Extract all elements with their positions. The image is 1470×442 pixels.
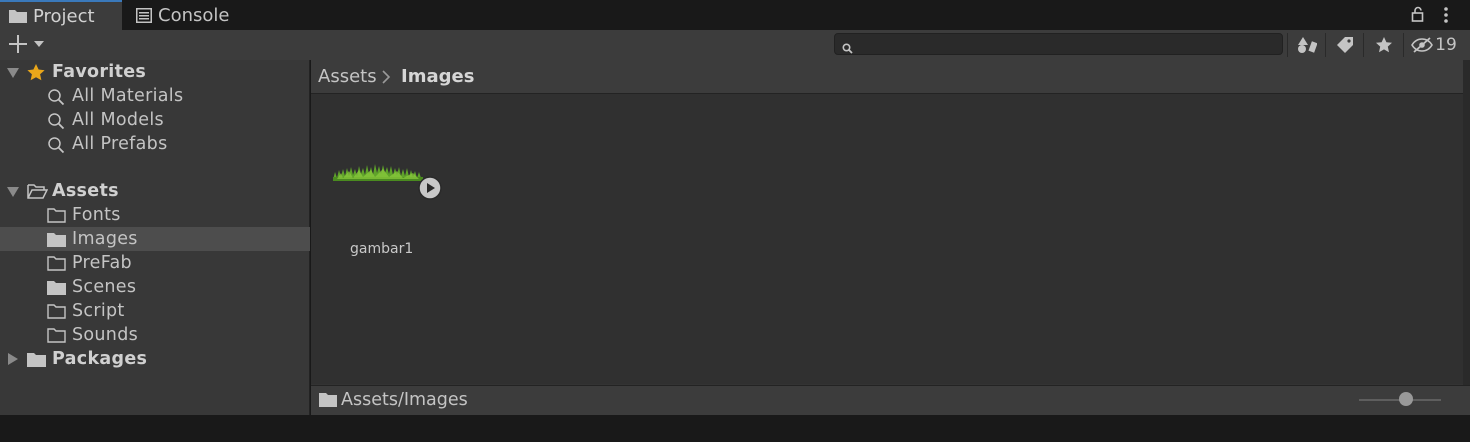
current-path: Assets/Images bbox=[341, 390, 468, 410]
tab-label: Project bbox=[33, 5, 95, 27]
search-by-type-button[interactable] bbox=[1287, 33, 1326, 57]
tree-label: Scenes bbox=[72, 277, 137, 297]
folder-open-icon bbox=[27, 184, 48, 199]
tree-item-fonts[interactable]: Fonts bbox=[0, 203, 310, 227]
tree-item-script[interactable]: Script bbox=[0, 299, 310, 323]
tree-item-prefab[interactable]: PreFab bbox=[0, 251, 310, 275]
tree-label: Images bbox=[72, 229, 138, 249]
folder-icon bbox=[9, 10, 27, 23]
vertical-scrollbar[interactable] bbox=[1463, 60, 1470, 385]
tree-label: Fonts bbox=[72, 205, 121, 225]
folder-empty-icon bbox=[47, 304, 66, 319]
tree-packages[interactable]: Packages bbox=[0, 347, 310, 371]
create-button[interactable] bbox=[8, 34, 45, 54]
project-tree: Favorites All Materials All Models All P… bbox=[0, 60, 310, 415]
folder-empty-icon bbox=[47, 208, 66, 223]
window-bottom-edge bbox=[0, 415, 1470, 442]
grass-sprite-thumbnail bbox=[333, 164, 423, 181]
star-icon bbox=[1376, 37, 1392, 53]
path-bar: Assets/Images bbox=[311, 385, 1470, 415]
more-options-icon[interactable] bbox=[1443, 7, 1449, 27]
tree-item-all-models[interactable]: All Models bbox=[0, 108, 310, 132]
save-search-button[interactable] bbox=[1363, 33, 1404, 57]
folder-empty-icon bbox=[47, 328, 66, 343]
slider-thumb[interactable] bbox=[1399, 392, 1413, 406]
asset-label: gambar1 bbox=[350, 241, 414, 257]
tree-item-sounds[interactable]: Sounds bbox=[0, 323, 310, 347]
search-icon bbox=[48, 89, 65, 106]
search-by-label-button[interactable] bbox=[1325, 33, 1364, 57]
asset-browser: Assets Images gambar1 Assets/Images bbox=[311, 60, 1470, 415]
breadcrumb-item-images[interactable]: Images bbox=[401, 66, 474, 87]
tree-item-all-materials[interactable]: All Materials bbox=[0, 84, 310, 108]
breadcrumb-item-assets[interactable]: Assets bbox=[318, 66, 377, 87]
star-icon bbox=[27, 64, 45, 81]
caret-down-icon[interactable] bbox=[7, 187, 19, 197]
tab-label: Console bbox=[158, 4, 230, 26]
tree-label: Packages bbox=[52, 349, 148, 369]
breadcrumb: Assets Images bbox=[311, 60, 1463, 94]
tree-label: Script bbox=[72, 301, 125, 321]
tree-item-scenes[interactable]: Scenes bbox=[0, 275, 310, 299]
tree-assets[interactable]: Assets bbox=[0, 179, 310, 203]
folder-icon bbox=[47, 233, 66, 247]
tree-favorites[interactable]: Favorites bbox=[0, 60, 310, 84]
window-tab-bar: Project Console bbox=[0, 0, 1470, 30]
tag-icon bbox=[1337, 37, 1353, 53]
folder-icon bbox=[27, 353, 46, 367]
shapes-icon bbox=[1298, 37, 1317, 53]
tab-console[interactable]: Console bbox=[136, 0, 256, 30]
console-icon bbox=[136, 7, 152, 23]
tree-label: Assets bbox=[52, 181, 119, 201]
caret-down-icon[interactable] bbox=[7, 68, 19, 78]
folder-empty-icon bbox=[47, 256, 66, 271]
caret-right-icon[interactable] bbox=[8, 353, 18, 365]
eye-hidden-icon bbox=[1411, 37, 1434, 53]
search-icon bbox=[48, 137, 65, 154]
asset-grid: gambar1 bbox=[311, 94, 1463, 384]
folder-icon bbox=[47, 281, 66, 295]
chevron-down-icon bbox=[34, 41, 44, 47]
tree-item-all-prefabs[interactable]: All Prefabs bbox=[0, 132, 310, 156]
tree-label: All Models bbox=[72, 110, 164, 130]
search-icon bbox=[842, 39, 853, 58]
hidden-count: 19 bbox=[1435, 35, 1457, 55]
folder-icon bbox=[319, 393, 337, 407]
tree-label: PreFab bbox=[72, 253, 132, 273]
search-icon bbox=[48, 113, 65, 130]
tree-item-images[interactable]: Images bbox=[0, 227, 310, 251]
tree-label: Favorites bbox=[52, 62, 147, 82]
play-icon[interactable] bbox=[418, 176, 442, 204]
hidden-packages-toggle[interactable]: 19 bbox=[1403, 33, 1464, 57]
tree-label: All Materials bbox=[72, 86, 184, 106]
project-toolbar: 19 bbox=[0, 30, 1470, 60]
chevron-right-icon bbox=[382, 70, 391, 84]
search-input[interactable] bbox=[834, 33, 1283, 55]
lock-icon[interactable] bbox=[1411, 6, 1425, 26]
tab-project[interactable]: Project bbox=[0, 0, 122, 30]
tree-label: All Prefabs bbox=[72, 134, 168, 154]
plus-icon bbox=[9, 35, 27, 53]
tree-label: Sounds bbox=[72, 325, 139, 345]
